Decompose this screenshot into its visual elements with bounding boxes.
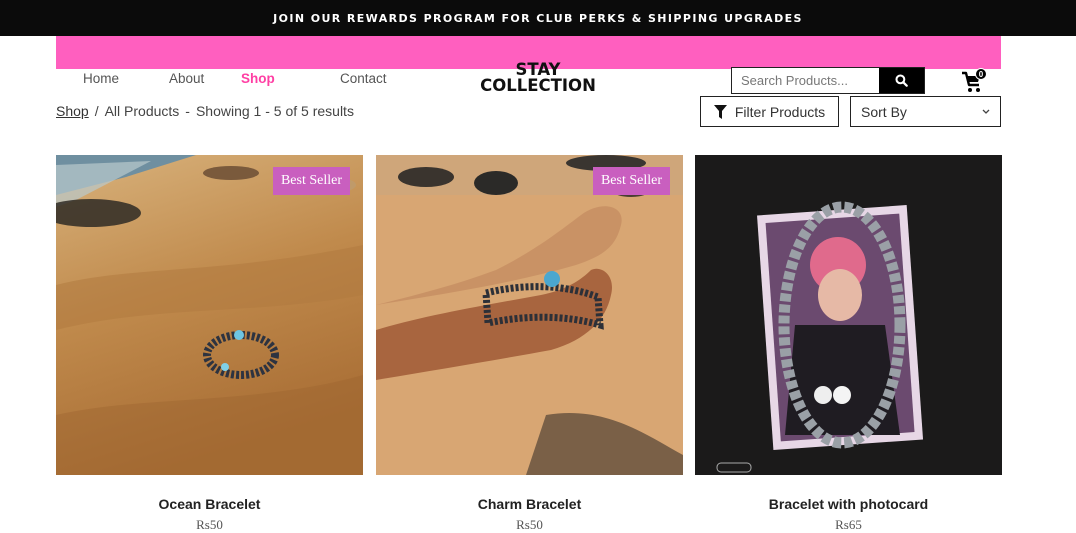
product-card[interactable]: Best Seller Ocean Bracelet Rs50 bbox=[56, 155, 363, 533]
nav-about[interactable]: About bbox=[169, 71, 204, 86]
breadcrumb: Shop / All Products - Showing 1 - 5 of 5… bbox=[56, 103, 354, 119]
product-price: Rs50 bbox=[196, 517, 223, 532]
cart-count-badge: 0 bbox=[975, 68, 987, 80]
product-image[interactable]: Best Seller bbox=[376, 155, 683, 475]
sort-select[interactable]: Sort By bbox=[850, 96, 1001, 127]
product-image[interactable]: Best Seller bbox=[56, 155, 363, 475]
search-icon bbox=[895, 74, 908, 87]
cart-button[interactable]: 0 bbox=[961, 67, 989, 93]
search-box bbox=[731, 67, 925, 94]
breadcrumb-shop-link[interactable]: Shop bbox=[56, 103, 89, 119]
breadcrumb-separator: / bbox=[94, 103, 99, 119]
search-input[interactable] bbox=[732, 68, 879, 93]
product-photo bbox=[376, 155, 683, 475]
site-logo[interactable]: STAY COLLECTION bbox=[470, 61, 606, 95]
announcement-bar: JOIN OUR REWARDS PROGRAM FOR CLUB PERKS … bbox=[0, 0, 1076, 36]
nav-shop[interactable]: Shop bbox=[241, 71, 275, 86]
nav-contact[interactable]: Contact bbox=[340, 71, 387, 86]
product-price: Rs65 bbox=[835, 517, 862, 532]
product-photo bbox=[56, 155, 363, 475]
filter-icon bbox=[713, 104, 727, 119]
breadcrumb-dash: - bbox=[185, 103, 190, 119]
product-card[interactable]: Bracelet with photocard Rs65 bbox=[695, 155, 1002, 533]
best-seller-badge: Best Seller bbox=[272, 167, 350, 195]
product-name[interactable]: Bracelet with photocard bbox=[695, 496, 1002, 512]
chevron-down-icon bbox=[982, 109, 990, 114]
product-photo bbox=[695, 155, 1002, 475]
search-button[interactable] bbox=[879, 68, 924, 93]
sort-label: Sort By bbox=[861, 103, 907, 120]
filter-label: Filter Products bbox=[734, 103, 826, 120]
nav-home[interactable]: Home bbox=[83, 71, 119, 86]
product-card[interactable]: Best Seller Charm Bracelet Rs50 bbox=[376, 155, 683, 533]
product-price: Rs50 bbox=[516, 517, 543, 532]
product-name[interactable]: Ocean Bracelet bbox=[56, 496, 363, 512]
product-name[interactable]: Charm Bracelet bbox=[376, 496, 683, 512]
product-image[interactable] bbox=[695, 155, 1002, 475]
filter-products-button[interactable]: Filter Products bbox=[700, 96, 839, 127]
best-seller-badge: Best Seller bbox=[592, 167, 670, 195]
results-count: Showing 1 - 5 of 5 results bbox=[195, 103, 354, 119]
breadcrumb-current: All Products bbox=[104, 103, 180, 119]
announcement-text: JOIN OUR REWARDS PROGRAM FOR CLUB PERKS … bbox=[273, 11, 803, 25]
logo-line-2: COLLECTION bbox=[480, 76, 596, 95]
